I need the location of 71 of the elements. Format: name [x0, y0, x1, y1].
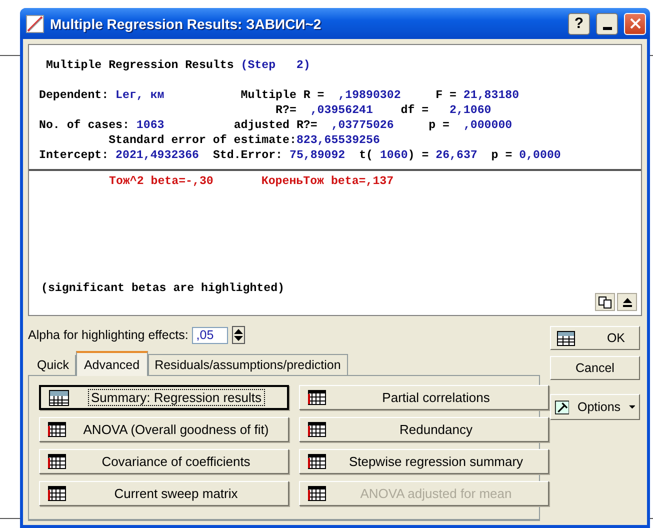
up-down-arrows-icon: [234, 328, 244, 342]
footnote: (significant betas are highlighted): [41, 282, 285, 295]
dropdown-arrow-icon: [628, 405, 635, 409]
result-label: adjusted R?=: [232, 119, 318, 132]
result-value: 21,83180: [463, 89, 520, 102]
tab[interactable]: Advanced: [76, 351, 148, 376]
result-value: ,03956241: [310, 104, 373, 117]
minimize-icon: [602, 27, 612, 30]
result-label: p =: [428, 119, 451, 132]
alpha-label: Alpha for highlighting effects:: [28, 328, 188, 342]
hammer-icon: [555, 398, 570, 416]
action-button[interactable]: Summary: Regression results: [39, 385, 289, 410]
table-icon: [308, 486, 326, 501]
result-label: F =: [434, 89, 458, 102]
result-label: R?=: [274, 104, 298, 117]
result-value: 1060: [380, 149, 408, 162]
action-button[interactable]: Current sweep matrix: [39, 481, 289, 506]
result-label: Multiple R =: [240, 89, 326, 102]
beta-value: КореньТож beta=,137: [261, 175, 394, 188]
result-label: t(: [358, 149, 374, 162]
beta-value: Тож^2 beta=-,30: [109, 175, 214, 188]
cancel-button[interactable]: Cancel: [550, 356, 640, 380]
action-button[interactable]: Stepwise regression summary: [299, 449, 549, 474]
table-icon: [308, 422, 326, 437]
result-value: ,000000: [463, 119, 512, 132]
close-button[interactable]: [624, 12, 646, 34]
result-value: 0,0000: [519, 149, 561, 162]
spin-button[interactable]: [232, 326, 246, 344]
result-value: ,03775026: [331, 119, 394, 132]
result-label: Multiple Regression Results: [44, 59, 235, 72]
result-value: 75,89092: [289, 149, 346, 162]
action-button[interactable]: Partial correlations: [299, 385, 549, 410]
result-value: 2,1060: [450, 104, 492, 117]
copy-button[interactable]: [595, 293, 615, 311]
result-label: Dependent:: [39, 89, 110, 102]
alpha-field[interactable]: ,05: [192, 326, 228, 344]
result-label: Intercept:: [39, 149, 110, 162]
result-value: 823,65539256: [296, 134, 380, 147]
result-value: Lег, км: [116, 89, 164, 102]
action-button[interactable]: ANOVA (Overall goodness of fit): [39, 417, 289, 442]
regression-icon: [26, 14, 44, 32]
up-arrow-icon: [622, 298, 632, 306]
copy-icon: [598, 296, 612, 308]
tab[interactable]: Residuals/assumptions/prediction: [148, 354, 348, 375]
summary-table-icon: [49, 390, 69, 406]
minimize-button[interactable]: [596, 12, 618, 34]
table-icon: [557, 330, 575, 346]
result-label: ) =: [408, 149, 430, 162]
result-value: 2021,4932366: [116, 149, 200, 162]
table-icon: [308, 454, 326, 469]
help-button[interactable]: ?: [568, 12, 590, 34]
expand-button[interactable]: [617, 293, 637, 311]
table-icon: [308, 390, 326, 405]
options-button[interactable]: Options: [550, 394, 640, 420]
result-value: 26,637: [436, 149, 478, 162]
table-icon: [48, 422, 66, 437]
table-icon: [48, 454, 66, 469]
ok-button[interactable]: OK: [550, 326, 640, 350]
result-label: p =: [490, 149, 514, 162]
result-label: No. of cases:: [39, 119, 130, 132]
result-label: df =: [400, 104, 430, 117]
result-value: 1063: [136, 119, 164, 132]
action-button[interactable]: Covariance of coefficients: [39, 449, 289, 474]
result-value: (Step 2): [240, 59, 310, 72]
close-icon: [630, 18, 640, 29]
result-label: Std.Error:: [212, 149, 284, 162]
window-title: Multiple Regression Results: ЗАВИСИ~2: [50, 16, 322, 32]
action-button[interactable]: Redundancy: [299, 417, 549, 442]
result-value: ,19890302: [338, 89, 401, 102]
table-icon: [48, 486, 66, 501]
result-label: Standard error of estimate:: [108, 134, 296, 147]
